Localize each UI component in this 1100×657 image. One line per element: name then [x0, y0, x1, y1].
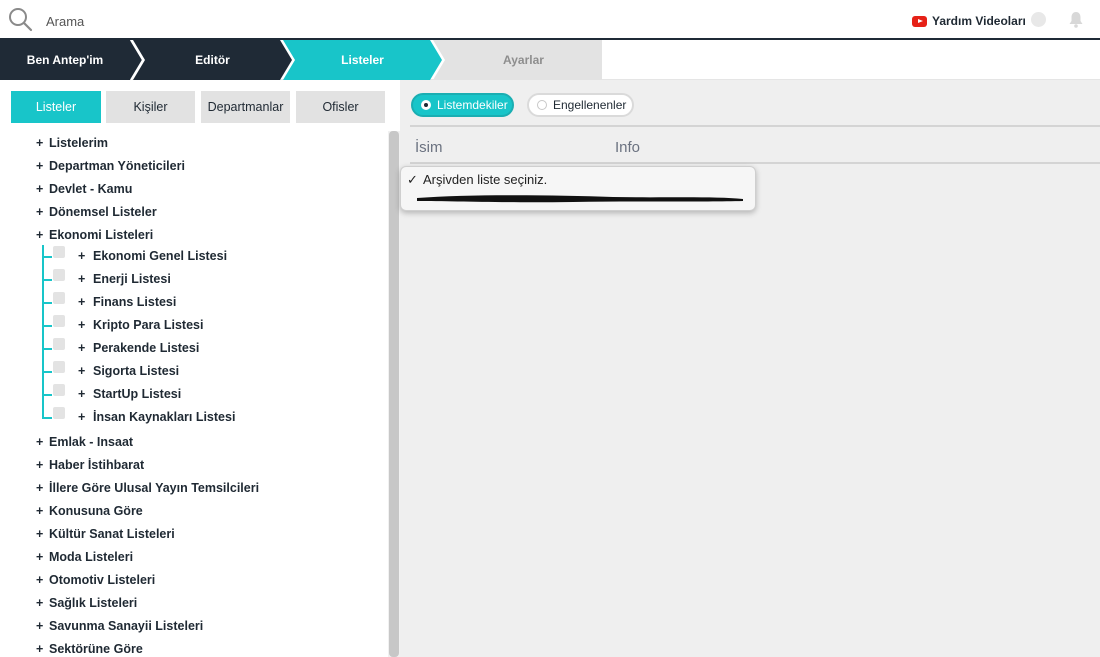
expand-icon[interactable]: +: [36, 136, 49, 150]
bell-icon[interactable]: [1068, 11, 1084, 28]
expand-icon[interactable]: +: [36, 550, 49, 564]
expand-icon[interactable]: +: [36, 435, 49, 449]
tree-item[interactable]: + Moda Listeleri: [36, 547, 133, 567]
help-videos-label: Yardım Videoları: [932, 14, 1026, 28]
expand-icon[interactable]: +: [36, 205, 49, 219]
expand-icon[interactable]: +: [36, 458, 49, 472]
expand-icon[interactable]: +: [36, 573, 49, 587]
step-editor[interactable]: Editör: [145, 53, 280, 67]
sub-list-checkbox[interactable]: [53, 315, 65, 327]
top-bar: Yardım Videoları: [0, 0, 1100, 40]
expand-icon[interactable]: +: [36, 527, 49, 541]
expand-icon[interactable]: +: [78, 272, 93, 286]
tab-ofisler[interactable]: Ofisler: [296, 91, 385, 123]
radio-selected-icon: [421, 100, 431, 110]
tree-item[interactable]: + Konusuna Göre: [36, 501, 143, 521]
step-ben-antepim[interactable]: Ben Antep'im: [0, 53, 130, 67]
tree-item[interactable]: + Emlak - Insaat: [36, 432, 133, 452]
radio-empty-icon: [537, 100, 547, 110]
column-header-info[interactable]: Info: [615, 139, 640, 156]
search-input[interactable]: [46, 11, 546, 31]
expand-icon[interactable]: +: [36, 481, 49, 495]
expand-icon[interactable]: +: [36, 619, 49, 633]
tree-scrollbar-thumb[interactable]: [389, 131, 399, 657]
sub-list-item[interactable]: + Finans Listesi: [78, 292, 176, 312]
tab-kisiler[interactable]: Kişiler: [106, 91, 195, 123]
expand-icon[interactable]: +: [36, 159, 49, 173]
sub-list-checkbox[interactable]: [53, 269, 65, 281]
sub-list-item[interactable]: + Perakende Listesi: [78, 338, 199, 358]
sub-list-item[interactable]: + İnsan Kaynakları Listesi: [78, 407, 235, 427]
user-status-icon[interactable]: [1031, 12, 1046, 27]
expand-icon[interactable]: +: [78, 341, 93, 355]
tree-item[interactable]: + Kültür Sanat Listeleri: [36, 524, 175, 544]
help-videos-link[interactable]: Yardım Videoları: [912, 12, 1026, 30]
sub-list-checkbox[interactable]: [53, 292, 65, 304]
dropdown-option-selected[interactable]: Arşivden liste seçiniz.: [423, 172, 547, 187]
table-header-divider: [410, 162, 1100, 164]
sub-list-checkbox[interactable]: [53, 361, 65, 373]
sub-list-item[interactable]: + Enerji Listesi: [78, 269, 171, 289]
sub-list-item[interactable]: + StartUp Listesi: [78, 384, 181, 404]
expand-icon[interactable]: +: [78, 318, 93, 332]
tree-item[interactable]: + Otomotiv Listeleri: [36, 570, 155, 590]
tree-item[interactable]: + İllere Göre Ulusal Yayın Temsilcileri: [36, 478, 259, 498]
expand-icon[interactable]: +: [36, 182, 49, 196]
tree-item[interactable]: + Sağlık Listeleri: [36, 593, 137, 613]
column-header-name[interactable]: İsim: [415, 139, 443, 156]
expand-icon[interactable]: +: [36, 596, 49, 610]
filter-included[interactable]: Listemdekiler: [411, 93, 514, 117]
search-icon[interactable]: [7, 6, 33, 32]
tree-item[interactable]: + Devlet - Kamu: [36, 179, 132, 199]
tree-item[interactable]: + Savunma Sanayii Listeleri: [36, 616, 203, 636]
tab-listeler[interactable]: Listeler: [11, 91, 101, 123]
tree-connector: [42, 245, 44, 418]
tree-item[interactable]: + Departman Yöneticileri: [36, 156, 185, 176]
tree-item[interactable]: + Sektörüne Göre: [36, 639, 143, 657]
sub-list-item[interactable]: + Ekonomi Genel Listesi: [78, 246, 227, 266]
archive-list-dropdown[interactable]: ✓ Arşivden liste seçiniz.: [400, 166, 756, 211]
expand-icon[interactable]: +: [36, 504, 49, 518]
expand-icon[interactable]: +: [78, 387, 93, 401]
expand-icon[interactable]: +: [78, 249, 93, 263]
expand-icon[interactable]: +: [78, 295, 93, 309]
expand-icon[interactable]: +: [36, 642, 49, 656]
step-listeler[interactable]: Listeler: [295, 53, 430, 67]
tree-item[interactable]: + Dönemsel Listeler: [36, 202, 157, 222]
sub-list-item[interactable]: + Sigorta Listesi: [78, 361, 179, 381]
tab-departmanlar[interactable]: Departmanlar: [201, 91, 290, 123]
step-ayarlar[interactable]: Ayarlar: [445, 53, 602, 67]
tree-item[interactable]: + Listelerim: [36, 133, 108, 153]
tree-item[interactable]: + Ekonomi Listeleri: [36, 225, 153, 245]
expand-icon[interactable]: +: [36, 228, 49, 242]
sub-list-checkbox[interactable]: [53, 338, 65, 350]
table-divider: [410, 125, 1100, 127]
checkmark-icon: ✓: [407, 172, 418, 187]
youtube-icon: [912, 15, 927, 27]
list-tree: + Listelerim + Departman Yöneticileri + Dev…: [0, 131, 388, 657]
step-navigation: Ben Antep'im Editör Listeler Ayarlar: [0, 40, 1100, 80]
tree-item[interactable]: + Haber İstihbarat: [36, 455, 144, 475]
sub-list-item[interactable]: + Kripto Para Listesi: [78, 315, 203, 335]
expand-icon[interactable]: +: [78, 410, 93, 424]
expand-icon[interactable]: +: [78, 364, 93, 378]
sub-list-checkbox[interactable]: [53, 246, 65, 258]
filter-blocked[interactable]: Engellenenler: [527, 93, 634, 117]
sub-list-checkbox[interactable]: [53, 384, 65, 396]
redacted-option[interactable]: [413, 192, 747, 204]
sub-list-checkbox[interactable]: [53, 407, 65, 419]
